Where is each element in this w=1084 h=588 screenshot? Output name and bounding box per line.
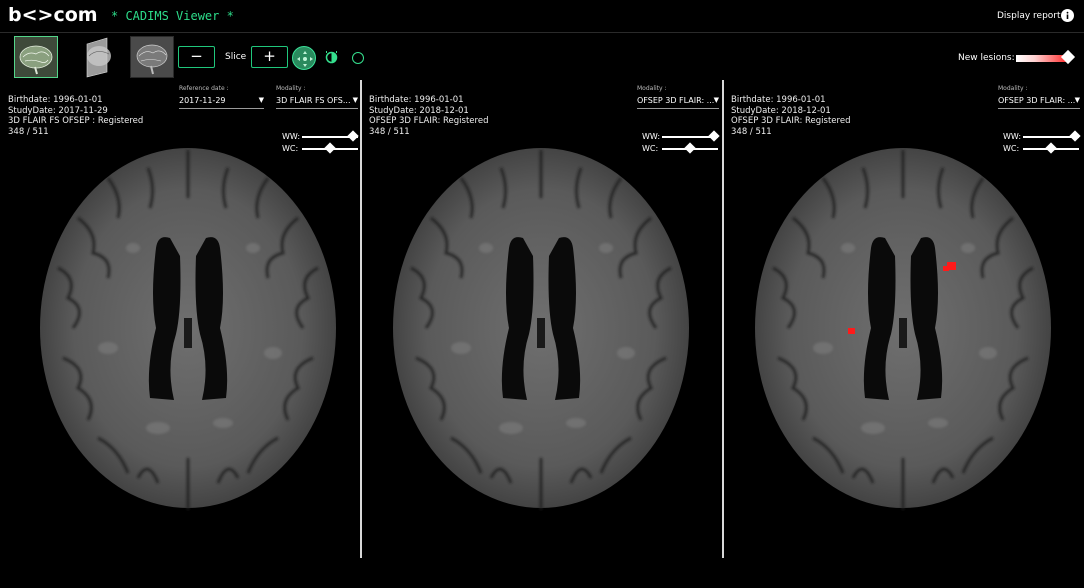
slice-label: Slice <box>225 52 247 62</box>
axial-view-thumbnail[interactable] <box>14 36 58 78</box>
ww-slider-handle[interactable] <box>708 130 720 142</box>
viewer-panel-followup[interactable]: Birthdate: 1996-01-01 StudyDate: 2018-12… <box>361 80 721 588</box>
birthdate: Birthdate: 1996-01-01 <box>8 95 103 105</box>
brain-mri-image[interactable] <box>38 138 338 518</box>
modality-select[interactable]: Modality : OFSEP 3D FLAIR: ... ▼ <box>998 85 1080 109</box>
modality-value: OFSEP 3D FLAIR: ... <box>998 96 1076 105</box>
series-description: OFSEP 3D FLAIR: Registered <box>369 116 489 126</box>
viewer-panel-lesions[interactable]: Birthdate: 1996-01-01 StudyDate: 2018-12… <box>723 80 1083 588</box>
modality-label: Modality : <box>998 85 1028 92</box>
series-description: 3D FLAIR FS OFSEP : Registered <box>8 116 144 126</box>
contrast-icon <box>325 51 338 64</box>
birthdate: Birthdate: 1996-01-01 <box>369 95 464 105</box>
modality-value: 3D FLAIR FS OFS... <box>276 96 351 105</box>
new-lesion-marker[interactable] <box>848 328 855 334</box>
study-date: StudyDate: 2018-12-01 <box>369 105 469 116</box>
coronal-brain-icon <box>136 44 168 75</box>
patient-info: Birthdate: 1996-01-01 StudyDate: 2018-12… <box>731 95 850 137</box>
circle-tool-button[interactable] <box>352 52 364 64</box>
coronal-view-thumbnail[interactable] <box>130 36 174 78</box>
modality-label: Modality : <box>637 85 667 92</box>
contrast-tool-button[interactable] <box>325 51 338 64</box>
slice-count: 348 / 511 <box>369 126 410 137</box>
modality-select[interactable]: Modality : 3D FLAIR FS OFS... ▼ <box>276 85 358 109</box>
reference-date-value: 2017-11-29 <box>179 96 226 105</box>
chevron-down-icon: ▼ <box>352 96 358 104</box>
modality-label: Modality : <box>276 85 306 92</box>
chevron-down-icon: ▼ <box>713 96 719 104</box>
study-date: StudyDate: 2017-11-29 <box>8 105 108 116</box>
brain-icon <box>19 45 53 75</box>
birthdate: Birthdate: 1996-01-01 <box>731 95 826 105</box>
move-tool-button[interactable] <box>292 46 316 70</box>
slice-count: 348 / 511 <box>8 126 49 137</box>
brain-mri-image[interactable] <box>391 138 691 518</box>
sagittal-view-thumbnail[interactable] <box>77 36 121 78</box>
patient-info: Birthdate: 1996-01-01 StudyDate: 2017-11… <box>8 95 143 137</box>
patient-info: Birthdate: 1996-01-01 StudyDate: 2018-12… <box>369 95 488 137</box>
ww-slider-handle[interactable] <box>347 130 359 142</box>
reference-date-select[interactable]: Reference date : 2017-11-29 ▼ <box>179 85 264 109</box>
slice-decrement-button[interactable]: − <box>178 46 215 68</box>
chevron-down-icon: ▼ <box>1074 96 1080 104</box>
reference-date-label: Reference date : <box>179 85 229 92</box>
modality-select[interactable]: Modality : OFSEP 3D FLAIR: ... ▼ <box>637 85 719 109</box>
top-bar: b<>com * CADIMS Viewer * Display report <box>0 0 1084 33</box>
chevron-down-icon: ▼ <box>258 96 264 104</box>
sagittal-brain-icon <box>86 37 111 78</box>
info-icon[interactable] <box>1061 9 1074 22</box>
display-report-link[interactable]: Display report <box>997 11 1061 21</box>
brain-mri-image[interactable] <box>753 138 1053 518</box>
bcom-logo: b<>com <box>8 4 98 26</box>
slice-count: 348 / 511 <box>731 126 772 137</box>
new-lesion-marker[interactable] <box>943 266 949 271</box>
new-lesions-label: New lesions: <box>958 53 1015 63</box>
app-title: * CADIMS Viewer * <box>111 9 234 23</box>
modality-value: OFSEP 3D FLAIR: ... <box>637 96 715 105</box>
move-icon <box>297 51 313 67</box>
ww-slider-handle[interactable] <box>1069 130 1081 142</box>
slice-increment-button[interactable]: + <box>251 46 288 68</box>
series-description: OFSEP 3D FLAIR: Registered <box>731 116 851 126</box>
study-date: StudyDate: 2018-12-01 <box>731 105 831 116</box>
viewer-panel-reference[interactable]: Birthdate: 1996-01-01 StudyDate: 2017-11… <box>0 80 360 588</box>
